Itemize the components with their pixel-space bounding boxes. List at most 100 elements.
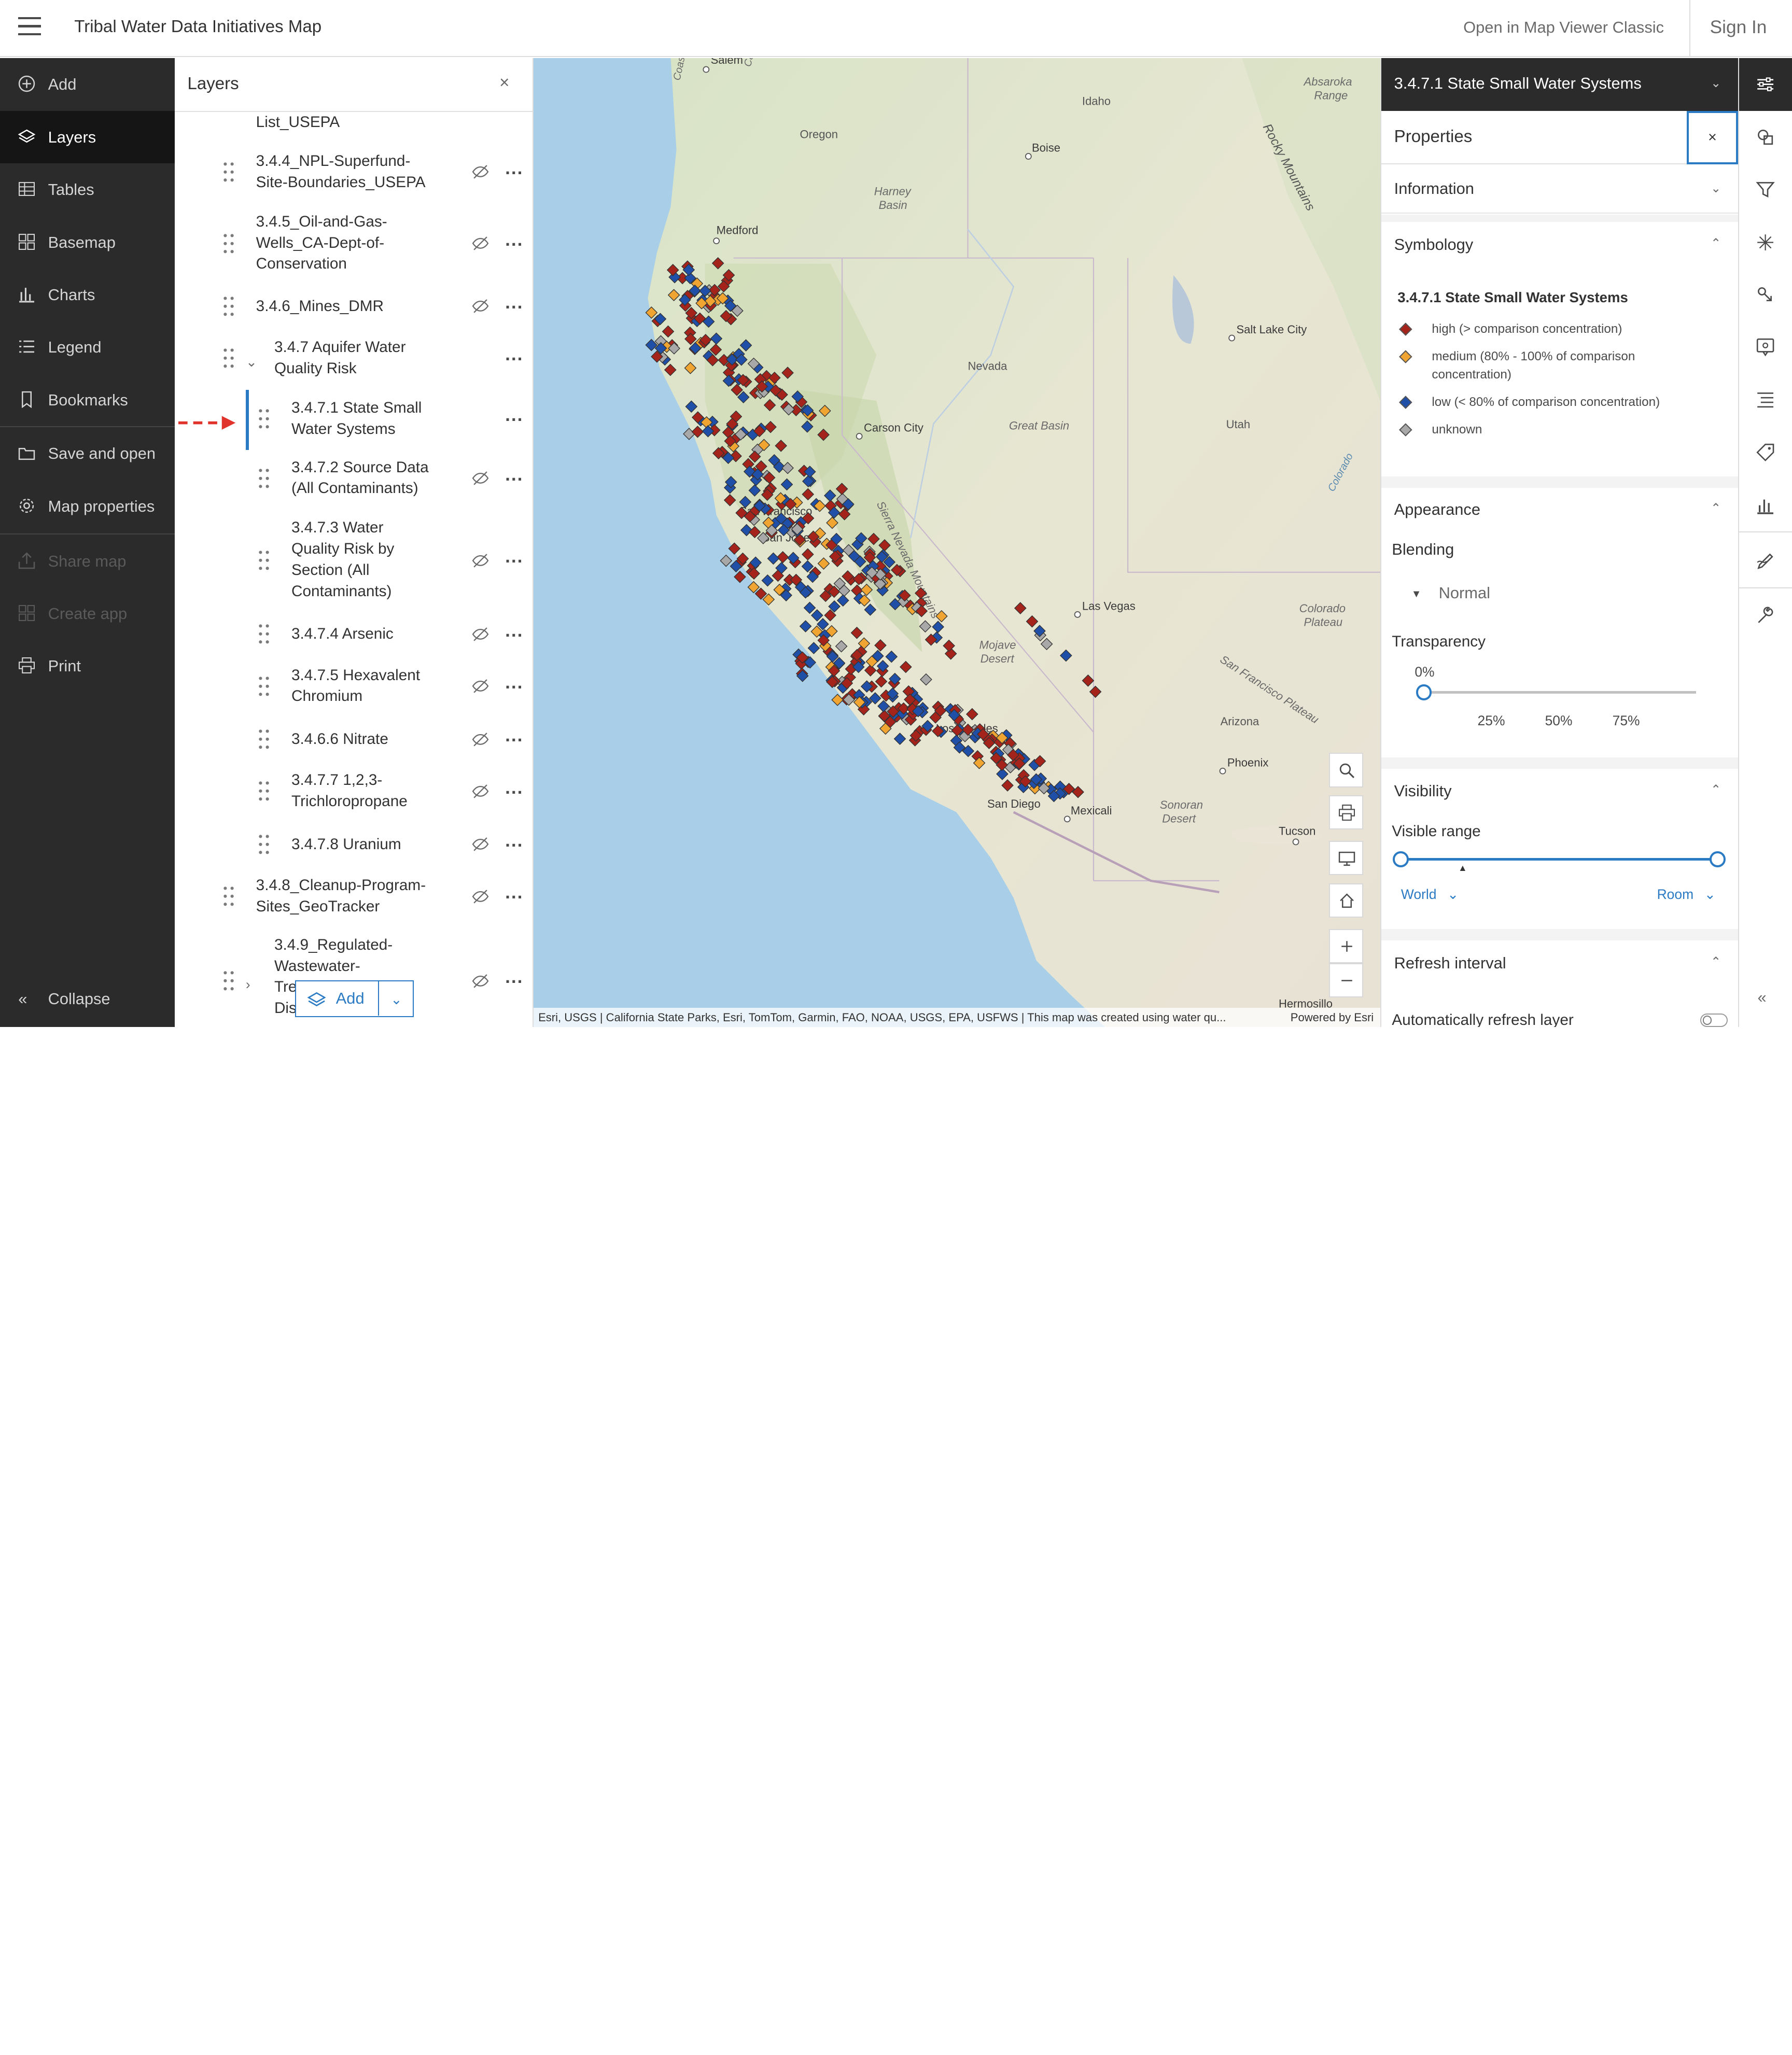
layer-item[interactable]: 3.4.7.5 Hexavalent Chromium ··· [175,665,533,708]
eye-hidden-icon[interactable] [472,470,489,486]
add-layer-button[interactable]: Add ⌄ [295,980,414,1017]
print-map-button[interactable] [1329,795,1364,830]
chevron-up-icon[interactable]: ⌃ [1711,500,1721,516]
nav-save-open[interactable]: Save and open [0,427,175,480]
layer-item[interactable]: 3.4.8_Cleanup-Program- Sites_GeoTracker ·… [175,875,533,918]
nav-layers[interactable]: Layers [0,110,175,164]
close-icon[interactable]: × [499,73,509,93]
more-options-icon[interactable]: ··· [505,410,523,431]
eye-hidden-icon[interactable] [472,889,489,905]
drag-handle-icon[interactable] [258,468,270,489]
eye-hidden-icon[interactable] [472,553,489,569]
filter-tool-button[interactable] [1739,163,1791,216]
more-options-icon[interactable]: ··· [505,163,523,184]
properties-tool-button[interactable] [1739,58,1792,111]
more-options-icon[interactable]: ··· [505,782,523,804]
selected-layer-header[interactable]: 3.4.7.1 State Small Water Systems ⌄ [1381,58,1739,111]
nav-legend[interactable]: Legend [0,321,175,373]
eye-hidden-icon[interactable] [472,298,489,314]
drag-handle-icon[interactable] [223,162,234,182]
eye-hidden-icon[interactable] [472,836,489,852]
eye-hidden-icon[interactable] [472,164,489,180]
nav-add[interactable]: Add [0,58,175,110]
search-button[interactable] [1329,753,1364,787]
eye-hidden-icon[interactable] [472,783,489,799]
more-options-icon[interactable]: ··· [505,469,523,490]
nav-bookmarks[interactable]: Bookmarks [0,374,175,426]
chevron-up-icon[interactable]: ⌃ [1711,235,1721,251]
drag-handle-icon[interactable] [258,834,270,855]
nav-tables[interactable]: Tables [0,163,175,216]
eye-hidden-icon[interactable] [472,235,489,251]
more-options-icon[interactable]: ··· [505,677,523,698]
drag-handle-icon[interactable] [258,409,270,429]
range-max-handle[interactable] [1709,851,1726,867]
layer-item[interactable]: 3.4.7.4 Arsenic ··· [175,623,533,645]
layer-item[interactable]: 3.4.5_Oil-and-Gas- Wells_CA-Dept-of- Conse… [175,212,533,275]
close-properties-button[interactable]: × [1686,110,1739,165]
drag-handle-icon[interactable] [223,296,234,317]
configure-popup-button[interactable] [1739,321,1791,373]
layer-item[interactable]: List_USEPA [175,112,533,133]
caret-down-icon[interactable]: ▼ [1411,588,1422,600]
chevron-up-icon[interactable]: ⌃ [1711,782,1721,797]
drag-handle-icon[interactable] [223,886,234,907]
chevron-down-icon[interactable]: ⌄ [246,351,257,373]
drag-handle-icon[interactable] [258,550,270,571]
more-options-icon[interactable]: ··· [505,887,523,908]
powered-by-esri[interactable]: Powered by Esri [1291,1008,1374,1027]
fullscreen-button[interactable] [1329,841,1364,876]
auto-refresh-toggle[interactable] [1700,1013,1728,1028]
information-section[interactable]: Information ⌄ [1381,165,1739,214]
layer-group-item[interactable]: ⌄ 3.4.7 Aquifer Water Quality Risk ··· [175,337,533,379]
more-options-icon[interactable]: ··· [505,625,523,646]
drag-handle-icon[interactable] [258,729,270,750]
layer-item[interactable]: 3.4.6.6 Nitrate ··· [175,728,533,751]
sketch-tool-button[interactable] [1739,534,1791,587]
drag-handle-icon[interactable] [258,781,270,801]
more-options-icon[interactable]: ··· [505,297,523,318]
eye-hidden-icon[interactable] [472,973,489,989]
nav-charts[interactable]: Charts [0,269,175,321]
menu-icon[interactable] [18,17,41,38]
map-view[interactable]: Salem Oregon Idaho Boise Harney Basin Ab… [534,58,1381,1028]
styles-tool-button[interactable] [1739,111,1791,163]
layer-item[interactable]: 3.4.7.3 Water Quality Risk by Section (All… [175,517,533,603]
chevron-right-icon[interactable]: › [246,974,250,995]
popups-tool-button[interactable] [1739,269,1791,321]
more-options-icon[interactable]: ··· [505,551,523,572]
more-options-icon[interactable]: ··· [505,234,523,256]
range-max-select[interactable]: Room ⌄ [1657,886,1716,903]
layer-item[interactable]: 3.4.7.7 1,2,3- Trichloropropane ··· [175,770,533,812]
open-classic-link[interactable]: Open in Map Viewer Classic [1463,18,1664,37]
eye-hidden-icon[interactable] [472,731,489,748]
fields-tool-button[interactable] [1739,374,1791,426]
layer-item[interactable]: 3.4.6_Mines_DMR ··· [175,295,533,318]
layer-item[interactable]: 3.4.7.8 Uranium ··· [175,833,533,856]
transparency-slider-handle[interactable] [1416,684,1432,701]
eye-hidden-icon[interactable] [472,626,489,642]
labels-tool-button[interactable] [1739,426,1791,478]
more-options-icon[interactable]: ··· [505,349,523,370]
layer-item[interactable]: 3.4.7.2 Source Data (All Contaminants) ··… [175,457,533,500]
analysis-tool-button[interactable] [1739,589,1791,642]
zoom-in-button[interactable] [1329,928,1364,963]
charts-tool-button[interactable] [1739,478,1791,531]
transparency-slider-track[interactable] [1423,691,1696,694]
more-options-icon[interactable]: ··· [505,972,523,993]
drag-handle-icon[interactable] [223,233,234,254]
chevron-up-icon[interactable]: ⌃ [1711,954,1721,969]
layer-item[interactable]: 3.4.4_NPL-Superfund- Site-Boundaries_USEP… [175,151,533,193]
drag-handle-icon[interactable] [258,676,270,697]
visible-range-track[interactable] [1401,858,1718,861]
more-options-icon[interactable]: ··· [505,730,523,751]
collapse-tools-button[interactable]: « [1739,973,1791,1025]
add-dropdown-button[interactable]: ⌄ [378,981,413,1016]
blending-select[interactable]: Normal [1439,584,1490,602]
eye-hidden-icon[interactable] [472,678,489,694]
drag-handle-icon[interactable] [258,624,270,644]
drag-handle-icon[interactable] [223,970,234,991]
sign-in-link[interactable]: Sign In [1710,17,1767,38]
home-button[interactable] [1329,883,1364,918]
nav-map-properties[interactable]: Map properties [0,480,175,532]
